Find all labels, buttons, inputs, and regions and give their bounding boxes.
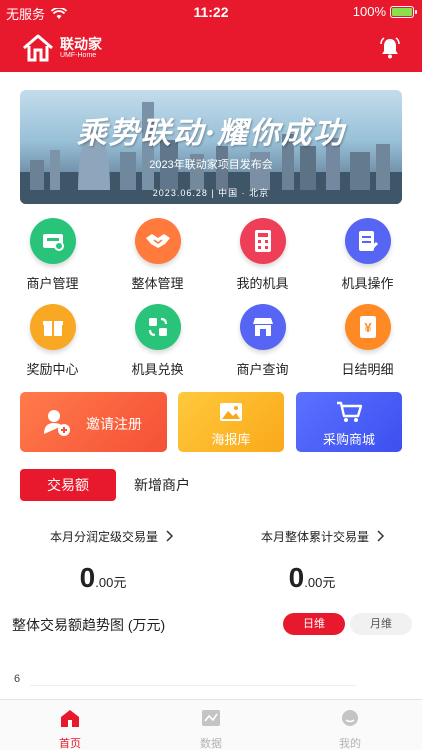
svg-text:¥: ¥ (364, 320, 372, 335)
app-root: 无服务 11:22 100% 联动家 UMF-Home 乘势联动·耀你成功 20… (0, 0, 422, 750)
exchange-icon (134, 304, 181, 350)
home-icon (61, 710, 79, 727)
menu-item-terminal-exchange[interactable]: 机具兑换 (105, 304, 210, 378)
banner-event: 2023年联动家项目发布会 (149, 159, 273, 171)
battery-percent: 100% (352, 4, 386, 19)
navbar: 联动家 UMF-Home (0, 26, 422, 70)
status-bar: 无服务 11:22 100% (0, 0, 422, 22)
tabbar-data-label: 数据 (200, 738, 222, 750)
menu-label: 整体管理 (131, 276, 184, 291)
chevron-right-icon (166, 530, 174, 542)
menu-item-daily-settlement[interactable]: ¥ 日结明细 (315, 304, 420, 378)
invite-register-button[interactable]: 邀请注册 (20, 392, 167, 452)
purchase-mall-button[interactable]: 采购商城 (296, 392, 402, 452)
shop-icon (239, 304, 286, 350)
purchase-label: 采购商城 (322, 432, 375, 447)
stat-total-dec: .00元 (304, 575, 336, 590)
gift-icon (29, 304, 76, 350)
tabbar-data[interactable]: 数据 (181, 708, 241, 750)
trend-title: 整体交易额趋势图 (万元) (12, 617, 166, 633)
header: 无服务 11:22 100% 联动家 UMF-Home (0, 0, 422, 72)
tab-transaction-amount[interactable]: 交易额 (20, 469, 116, 501)
store-management-icon (29, 218, 76, 264)
monthly-view-toggle[interactable]: 月维 (350, 613, 412, 635)
menu-item-terminal-operation[interactable]: 机具操作 (315, 218, 420, 292)
battery-icon (390, 5, 417, 18)
handshake-icon (134, 218, 181, 264)
user-face-icon (342, 710, 358, 726)
y-axis-tick: 6 (14, 673, 21, 685)
stat-monthly-profit-label: 本月分润定级交易量 (50, 530, 159, 544)
menu-label: 机具兑换 (131, 362, 184, 377)
menu-item-reward-center[interactable]: 奖励中心 (0, 304, 105, 378)
stat-total-int: 0 (288, 562, 305, 593)
bottom-tab-bar: 首页 数据 我的 (0, 699, 422, 750)
gridline (30, 685, 356, 686)
home-logo-icon (23, 34, 53, 62)
menu-label: 机具操作 (341, 276, 394, 291)
menu-item-merchant-query[interactable]: 商户查询 (210, 304, 315, 378)
app-subtitle: UMF-Home (60, 51, 97, 59)
picture-icon (220, 403, 242, 421)
poster-library-button[interactable]: 海报库 (178, 392, 284, 452)
stat-profit-int: 0 (79, 562, 96, 593)
chevron-right-icon (377, 530, 385, 542)
yen-book-icon: ¥ (344, 304, 391, 350)
stat-monthly-total-link[interactable]: 本月整体累计交易量 (261, 528, 386, 545)
stat-monthly-total-value: 0.00元 (237, 562, 387, 594)
app-logo: 联动家 UMF-Home (22, 34, 102, 62)
promo-banner[interactable]: 乘势联动·耀你成功 2023年联动家项目发布会 2023.06.28 | 中国 … (20, 90, 402, 204)
menu-item-overall-management[interactable]: 整体管理 (105, 218, 210, 292)
menu-label: 日结明细 (341, 362, 394, 377)
tabbar-mine[interactable]: 我的 (320, 708, 380, 750)
document-edit-icon (344, 218, 391, 264)
menu-item-store-management[interactable]: 商户管理 (0, 218, 105, 292)
tabbar-mine-label: 我的 (339, 738, 361, 750)
shopping-cart-icon (337, 401, 362, 422)
status-right: 100% (352, 4, 417, 19)
banner-date-place: 2023.06.28 | 中国 · 北京 (152, 188, 270, 198)
banner-headline: 乘势联动·耀你成功 (76, 116, 346, 151)
stat-monthly-total-label: 本月整体累计交易量 (261, 530, 370, 544)
calculator-icon (239, 218, 286, 264)
tabbar-home-label: 首页 (59, 738, 81, 750)
poster-label: 海报库 (211, 432, 251, 447)
battery-level (392, 7, 412, 16)
menu-item-my-terminals[interactable]: 我的机具 (210, 218, 315, 292)
stat-profit-dec: .00元 (95, 575, 127, 590)
daily-view-toggle[interactable]: 日维 (283, 613, 345, 635)
menu-label: 商户管理 (26, 276, 79, 291)
tab-new-merchants[interactable]: 新增商户 (134, 469, 190, 501)
menu-label: 商户查询 (236, 362, 289, 377)
invite-label: 邀请注册 (86, 416, 142, 432)
chart-icon (202, 710, 220, 726)
menu-label: 我的机具 (236, 276, 289, 291)
notification-bell-icon[interactable] (378, 36, 402, 60)
app-name: 联动家 (60, 35, 102, 52)
add-user-icon (44, 410, 70, 436)
stat-monthly-profit-value: 0.00元 (28, 562, 178, 594)
stat-monthly-profit-link[interactable]: 本月分润定级交易量 (50, 528, 175, 545)
menu-label: 奖励中心 (26, 362, 79, 377)
tabbar-home[interactable]: 首页 (40, 708, 100, 750)
